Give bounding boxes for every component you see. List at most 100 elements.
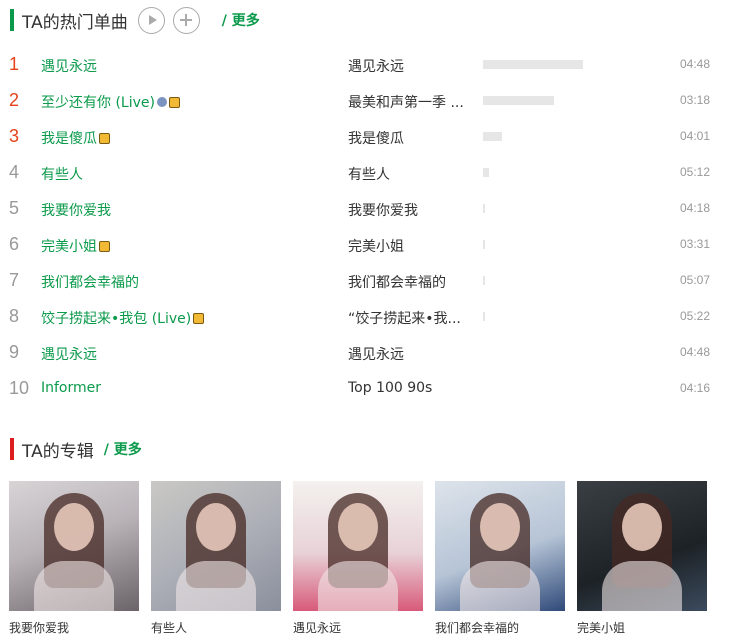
song-album-link[interactable]: 最美和声第一季 ... [348, 92, 468, 112]
song-rank: 3 [9, 126, 20, 146]
popularity-bar [483, 204, 485, 213]
song-duration: 04:16 [679, 381, 710, 395]
popularity-bar [483, 312, 485, 321]
popularity-bar [483, 276, 485, 285]
popularity-bar [483, 60, 583, 69]
albums-header: TA的专辑 / 更多 [10, 437, 142, 462]
cover-figure [480, 503, 520, 551]
album-card[interactable]: 遇见永远 [293, 481, 423, 636]
song-rank: 7 [9, 270, 20, 290]
hot-songs-header: TA的热门单曲 / 更多 [10, 6, 260, 34]
song-rank: 6 [9, 234, 20, 254]
album-title[interactable]: 遇见永远 [293, 619, 423, 636]
song-title-link[interactable]: 遇见永远 [41, 344, 97, 364]
add-all-button[interactable] [172, 6, 200, 34]
popularity-bar [483, 240, 485, 249]
song-title-link[interactable]: 饺子捞起来•我包 (Live) [41, 308, 205, 328]
hot-songs-more-link[interactable]: / 更多 [222, 10, 260, 30]
album-cover-image[interactable] [9, 481, 139, 611]
album-title[interactable]: 完美小姐 [577, 619, 707, 636]
cover-figure [318, 561, 398, 611]
cover-figure [196, 503, 236, 551]
popularity-bar [483, 168, 489, 177]
song-row[interactable]: 5 我要你爱我 我要你爱我 04:18 [0, 190, 734, 226]
song-album-link[interactable]: 有些人 [348, 164, 468, 184]
song-row[interactable]: 9 遇见永远 遇见永远 04:48 [0, 334, 734, 370]
song-title-link[interactable]: 至少还有你 (Live) [41, 92, 180, 112]
album-cover-image[interactable] [151, 481, 281, 611]
album-grid: 我要你爱我 有些人 遇见永远 我们都会幸福的 完美小姐 [9, 481, 719, 636]
song-duration: 03:31 [679, 237, 710, 251]
cover-figure [460, 561, 540, 611]
play-icon [148, 15, 157, 25]
song-album-link[interactable]: 我要你爱我 [348, 200, 468, 220]
album-card[interactable]: 完美小姐 [577, 481, 707, 636]
song-title-link[interactable]: 我们都会幸福的 [41, 272, 139, 292]
song-title-text: Informer [41, 380, 102, 396]
song-title-text: 遇见永远 [41, 59, 97, 75]
song-album-link[interactable]: 我们都会幸福的 [348, 272, 468, 292]
albums-title: TA的专辑 [22, 441, 94, 462]
song-duration: 04:48 [679, 57, 710, 71]
song-duration: 03:18 [679, 93, 710, 107]
play-all-button[interactable] [137, 6, 165, 34]
song-title-text: 有些人 [41, 167, 83, 183]
song-row[interactable]: 6 完美小姐 完美小姐 03:31 [0, 226, 734, 262]
song-album-link[interactable]: Top 100 90s [348, 380, 468, 396]
song-album-link[interactable]: 我是傻瓜 [348, 128, 468, 148]
song-row[interactable]: 10 Informer Top 100 90s 04:16 [0, 370, 734, 406]
album-title[interactable]: 我们都会幸福的 [435, 619, 565, 636]
album-card[interactable]: 有些人 [151, 481, 281, 636]
song-rank: 4 [9, 162, 20, 182]
song-list: 1 遇见永远 遇见永远 04:48 2 至少还有你 (Live) 最美和声第一季 ... 03… [0, 46, 734, 406]
plus-icon [180, 14, 193, 26]
song-title-link[interactable]: 遇见永远 [41, 56, 97, 76]
cover-figure [622, 503, 662, 551]
album-title[interactable]: 有些人 [151, 619, 281, 636]
song-row[interactable]: 8 饺子捞起来•我包 (Live) “饺子捞起来•我... 05:22 [0, 298, 734, 334]
song-row[interactable]: 2 至少还有你 (Live) 最美和声第一季 ... 03:18 [0, 82, 734, 118]
cover-figure [54, 503, 94, 551]
song-title-text: 至少还有你 (Live) [41, 95, 155, 111]
album-title[interactable]: 我要你爱我 [9, 619, 139, 636]
cover-figure [602, 561, 682, 611]
song-title-text: 我是傻瓜 [41, 131, 97, 147]
song-title-link[interactable]: 我要你爱我 [41, 200, 111, 220]
song-title-text: 饺子捞起来•我包 (Live) [41, 311, 192, 327]
vip-icon [99, 132, 110, 144]
song-title-text: 我要你爱我 [41, 203, 111, 219]
song-rank: 9 [9, 342, 20, 362]
title-accent-bar [10, 9, 14, 31]
song-album-link[interactable]: 遇见永远 [348, 344, 468, 364]
song-title-link[interactable]: 完美小姐 [41, 236, 110, 256]
song-album-link[interactable]: 遇见永远 [348, 56, 468, 76]
song-rank: 2 [9, 90, 20, 110]
cover-figure [338, 503, 378, 551]
hot-songs-title: TA的热门单曲 [22, 12, 128, 33]
song-row[interactable]: 7 我们都会幸福的 我们都会幸福的 05:07 [0, 262, 734, 298]
song-row[interactable]: 4 有些人 有些人 05:12 [0, 154, 734, 190]
song-rank: 5 [9, 198, 20, 218]
album-cover-image[interactable] [435, 481, 565, 611]
song-duration: 05:07 [679, 273, 710, 287]
popularity-bar [483, 132, 502, 141]
albums-more-link[interactable]: / 更多 [104, 439, 142, 459]
song-row[interactable]: 3 我是傻瓜 我是傻瓜 04:01 [0, 118, 734, 154]
live-icon [156, 97, 167, 107]
album-card[interactable]: 我们都会幸福的 [435, 481, 565, 636]
song-album-link[interactable]: “饺子捞起来•我... [348, 308, 468, 328]
song-title-link[interactable]: 我是傻瓜 [41, 128, 110, 148]
vip-icon [168, 96, 180, 108]
album-card[interactable]: 我要你爱我 [9, 481, 139, 636]
title-accent-bar [10, 438, 14, 460]
song-title-link[interactable]: Informer [41, 380, 101, 396]
song-row[interactable]: 1 遇见永远 遇见永远 04:48 [0, 46, 734, 82]
song-duration: 04:18 [679, 201, 710, 215]
song-duration: 04:01 [679, 129, 710, 143]
album-cover-image[interactable] [293, 481, 423, 611]
cover-figure [176, 561, 256, 611]
song-album-link[interactable]: 完美小姐 [348, 236, 468, 256]
song-title-link[interactable]: 有些人 [41, 164, 83, 184]
album-cover-image[interactable] [577, 481, 707, 611]
song-title-text: 遇见永远 [41, 347, 97, 363]
